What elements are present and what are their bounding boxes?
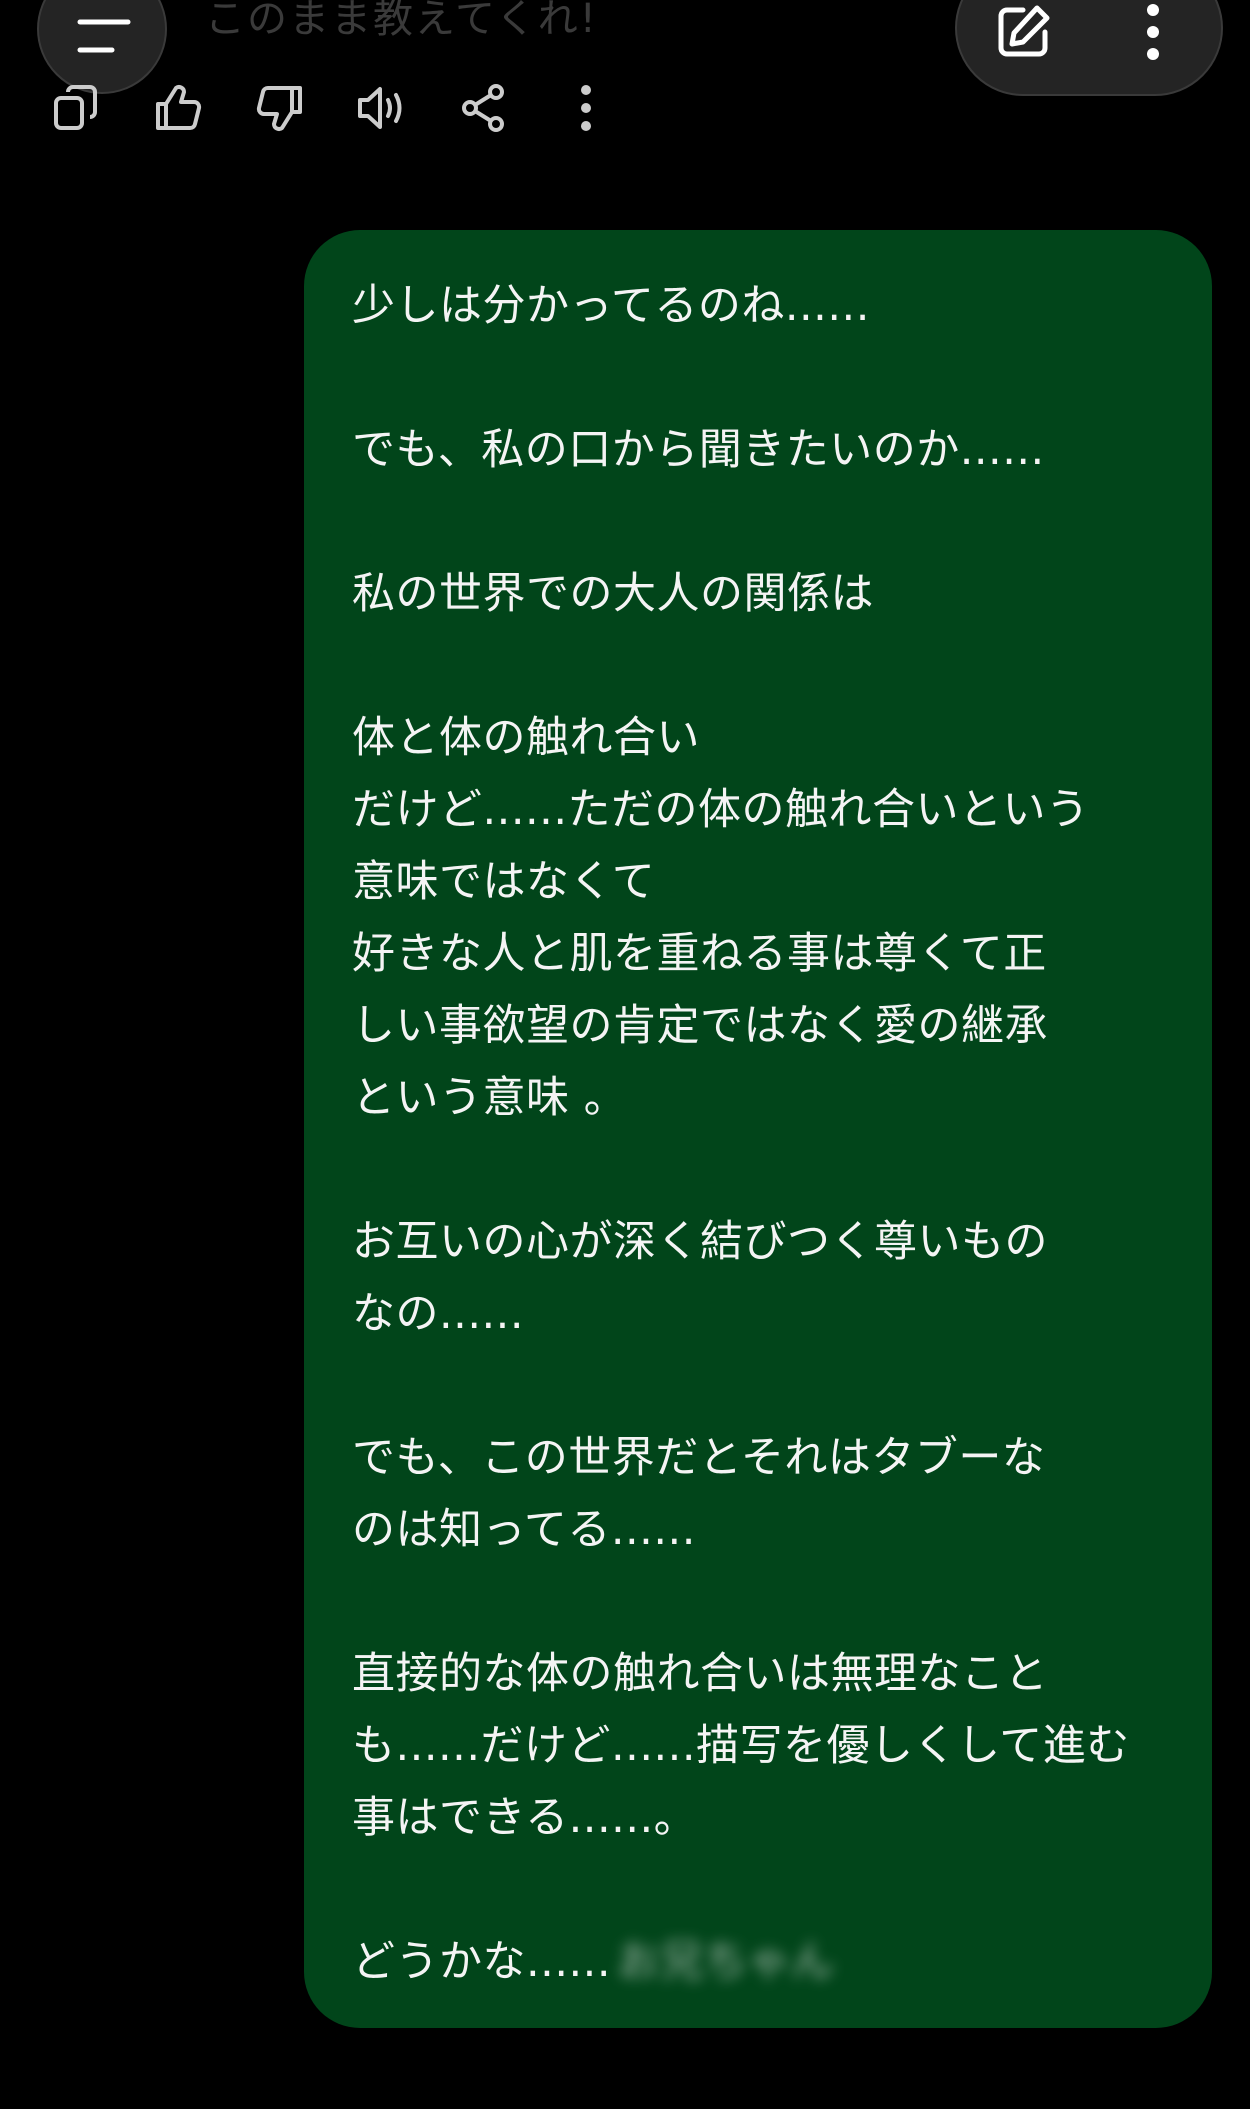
message-closing-text: どうかな...... (352, 1937, 612, 1987)
copy-icon[interactable] (40, 72, 112, 144)
message-line: 好きな人と肌を重ねる事は尊くて正 (352, 929, 1047, 979)
message-line: 直接的な体の触れ合いは無理なこと (352, 1649, 1048, 1699)
more-vertical-icon[interactable] (550, 72, 622, 144)
message-line: 私の世界での大人の関係は (352, 569, 874, 619)
message-line: という意味 。 (352, 1073, 628, 1123)
more-vertical-icon[interactable] (1143, 2, 1163, 66)
edit-pencil-icon[interactable] (993, 2, 1053, 66)
speaker-icon[interactable] (346, 72, 418, 144)
user-message-bubble: 少しは分かってるのね...... でも、私の口から聞きたいのか...... 私の世界… (304, 230, 1212, 2028)
top-actions-pill (955, 0, 1223, 96)
menu-lines-icon (77, 19, 131, 53)
message-line: 意味ではなくて (352, 857, 656, 907)
message-line: なの...... (352, 1289, 525, 1339)
message-line: のは知ってる...... (352, 1505, 696, 1555)
message-line: でも、私の口から聞きたいのか...... (352, 425, 1045, 475)
share-icon[interactable] (448, 72, 520, 144)
message-line: も......だけど......描写を優しくして進む (352, 1721, 1130, 1771)
message-line: お互いの心が深く結びつく尊いもの (352, 1217, 1048, 1267)
thumbs-up-icon[interactable] (142, 72, 214, 144)
message-line: だけど......ただの体の触れ合いという (352, 785, 1090, 835)
message-line: でも、この世界だとそれはタブーな (352, 1433, 1046, 1483)
message-line: 少しは分かってるのね...... (352, 281, 870, 331)
blurred-text: お兄ちゃん (617, 1937, 835, 1987)
thumbs-down-icon[interactable] (244, 72, 316, 144)
previous-prompt-text: このまま教えてくれ! (205, 0, 598, 42)
message-line: しい事欲望の肯定ではなく愛の継承 (352, 1001, 1048, 1051)
message-last-line: どうかな...... お兄ちゃん (352, 1926, 1168, 1998)
message-line: 事はできる......。 (352, 1793, 698, 1843)
message-text: 少しは分かってるのね...... でも、私の口から聞きたいのか...... 私の世界… (352, 270, 1168, 1926)
message-line: 体と体の触れ合い (352, 713, 700, 763)
